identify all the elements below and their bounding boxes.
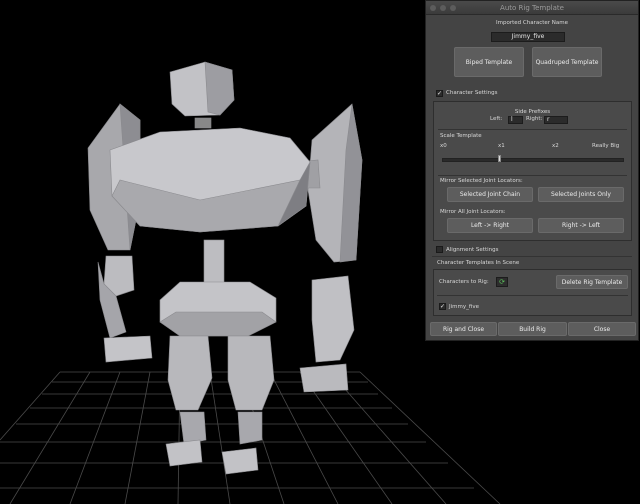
side-prefixes-label: Side Prefixes (514, 109, 551, 115)
mirror-selected-label: Mirror Selected Joint Locators: (440, 178, 523, 184)
character-settings-header: Character Settings (446, 90, 498, 96)
quadruped-template-button[interactable]: Quadruped Template (532, 47, 602, 77)
divider (437, 295, 628, 296)
templates-frame: Characters to Rig: ⟳ Delete Rig Template… (433, 269, 632, 316)
alignment-settings-header: Alignment Settings (446, 247, 499, 253)
window-titlebar[interactable]: Auto Rig Template (426, 1, 638, 15)
character-name-field[interactable]: Jimmy_five (491, 32, 565, 42)
imported-character-label: Imported Character Name (495, 20, 568, 26)
scale-slider-handle[interactable] (498, 155, 501, 162)
selected-joint-chain-button[interactable]: Selected Joint Chain (447, 187, 533, 202)
left-prefix-label: Left: (490, 116, 503, 122)
template-item-checkbox[interactable]: ✓ (439, 303, 446, 310)
scale-tick-x1: x1 (498, 143, 505, 149)
auto-rig-template-window: Auto Rig Template Imported Character Nam… (425, 0, 639, 341)
scale-tick-x0: x0 (440, 143, 447, 149)
left-to-right-button[interactable]: Left -> Right (447, 218, 533, 233)
templates-header: Character Templates In Scene (437, 260, 520, 266)
build-rig-button[interactable]: Build Rig (498, 322, 567, 336)
refresh-icon[interactable]: ⟳ (496, 277, 508, 287)
close-button[interactable]: Close (568, 322, 636, 336)
window-title: Auto Rig Template (500, 4, 564, 12)
alignment-settings-checkbox[interactable] (436, 246, 443, 253)
scale-tick-x2: x2 (552, 143, 559, 149)
right-prefix-label: Right: (526, 116, 543, 122)
character-mesh (87, 61, 363, 475)
divider (438, 175, 627, 176)
biped-template-button[interactable]: Biped Template (454, 47, 524, 77)
scale-template-label: Scale Template (440, 133, 482, 139)
characters-to-rig-label: Characters to Rig: (439, 279, 489, 285)
selected-joints-only-button[interactable]: Selected Joints Only (538, 187, 624, 202)
delete-rig-template-button[interactable]: Delete Rig Template (556, 275, 628, 289)
character-settings-checkbox[interactable]: ✓ (436, 90, 443, 97)
character-settings-frame: Side Prefixes Left: l Right: r Scale Tem… (433, 101, 632, 241)
rig-and-close-button[interactable]: Rig and Close (430, 322, 497, 336)
scale-tick-really-big: Really Big (592, 143, 620, 149)
divider (432, 256, 632, 257)
template-item-label: Jimmy_five (449, 304, 479, 310)
left-prefix-input[interactable]: l (508, 116, 523, 124)
divider (438, 129, 627, 130)
mirror-all-label: Mirror All Joint Locators: (440, 209, 506, 215)
right-to-left-button[interactable]: Right -> Left (538, 218, 624, 233)
right-prefix-input[interactable]: r (544, 116, 568, 124)
scale-slider-track[interactable] (442, 158, 624, 162)
